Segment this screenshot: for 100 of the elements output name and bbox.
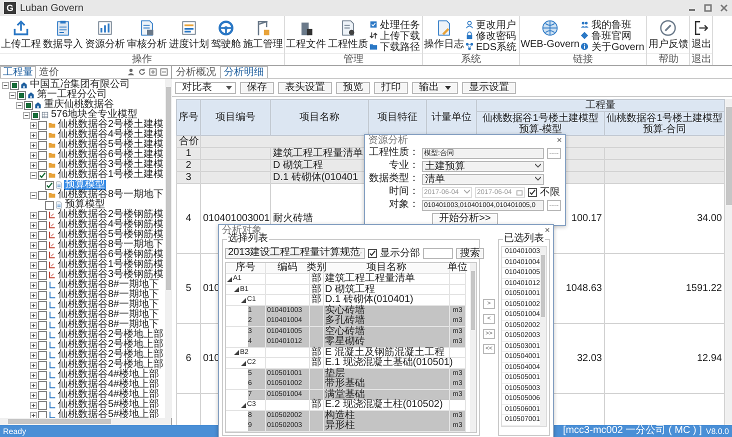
checkbox[interactable]: [38, 230, 47, 240]
checkbox[interactable]: [38, 340, 47, 350]
toolbar-button[interactable]: 显示设置: [462, 82, 516, 94]
expand-all-icon[interactable]: [149, 68, 157, 76]
tree-item[interactable]: 仙桃数据谷5号楼土建模: [57, 140, 165, 150]
expander-icon[interactable]: [30, 372, 37, 378]
checkbox[interactable]: [38, 120, 47, 130]
expander-icon[interactable]: [9, 92, 16, 98]
checkbox[interactable]: [10, 80, 19, 90]
checkbox[interactable]: [38, 310, 47, 320]
close-button[interactable]: ×: [556, 136, 562, 145]
checkbox[interactable]: [24, 100, 33, 110]
tab[interactable]: 造价: [36, 66, 62, 78]
dropdown[interactable]: 清单: [422, 174, 544, 184]
tree-item[interactable]: 仙桃数据谷2号楼地上部: [57, 340, 165, 350]
ribbon-button[interactable]: 修改密码: [465, 30, 517, 41]
ribbon-button[interactable]: 进度计划: [168, 19, 210, 50]
checkbox[interactable]: [38, 390, 47, 400]
tree-item[interactable]: 仙桃数据谷2号楼地上部: [57, 330, 165, 340]
tree-item[interactable]: 中国五冶集团有限公司: [29, 80, 131, 90]
expander-icon[interactable]: [30, 312, 37, 318]
scrollbar[interactable]: [0, 418, 171, 425]
expander-icon[interactable]: [30, 142, 37, 148]
checkbox[interactable]: [45, 180, 54, 190]
toolbar-button[interactable]: 预览: [336, 82, 370, 94]
checkbox[interactable]: [38, 400, 47, 410]
tree-item[interactable]: 仙桃数据谷8#一期地下: [57, 310, 160, 320]
tree-item[interactable]: 仙桃数据谷8#一期地下: [57, 290, 160, 300]
checkbox[interactable]: [38, 190, 47, 200]
ribbon-button[interactable]: 数据导入: [42, 19, 84, 50]
tree-item[interactable]: 仙桃数据谷4#楼地上部: [57, 390, 160, 400]
tab[interactable]: 分析概况: [172, 66, 220, 78]
expander-icon[interactable]: [30, 272, 37, 278]
tree-item[interactable]: 仙桃数据谷4#楼地上部: [57, 380, 160, 390]
checkbox[interactable]: [38, 380, 47, 390]
checkbox[interactable]: [17, 90, 26, 100]
expander-icon[interactable]: [23, 112, 30, 118]
checkbox[interactable]: [38, 370, 47, 380]
expander-icon[interactable]: [30, 122, 37, 128]
ribbon-button[interactable]: 鲁班官网: [580, 30, 644, 41]
triangle-icon[interactable]: [241, 360, 246, 366]
tab[interactable]: 工程量: [0, 66, 36, 78]
tree-item[interactable]: 仙桃数据谷5#楼地上部: [57, 400, 160, 410]
tree-item[interactable]: 仙桃数据谷8号一期地下: [57, 190, 165, 200]
expander-icon[interactable]: [30, 222, 37, 228]
expander-icon[interactable]: [30, 192, 37, 198]
checkbox[interactable]: [38, 210, 47, 220]
ribbon-button[interactable]: 资源分析: [84, 19, 126, 50]
view-dropdown[interactable]: 对比表: [175, 82, 236, 94]
tree-item[interactable]: 仙桃数据谷5号楼钢筋模: [57, 230, 165, 240]
tree-item[interactable]: 仙桃数据谷3号楼土建模: [57, 160, 165, 170]
tree-item[interactable]: 仙桃数据谷2号楼土建模: [57, 120, 165, 130]
search-field[interactable]: [423, 248, 453, 258]
tree-item[interactable]: 预算模型: [64, 200, 106, 210]
expander-icon[interactable]: [30, 302, 37, 308]
checkbox[interactable]: [38, 300, 47, 310]
scrollbar[interactable]: [470, 263, 476, 432]
toolbar-button[interactable]: 打印: [374, 82, 408, 94]
checkbox[interactable]: [38, 270, 47, 280]
ribbon-button[interactable]: 工程文件: [285, 19, 327, 50]
expander-icon[interactable]: [30, 412, 37, 418]
expander-icon[interactable]: [30, 322, 37, 328]
tree-item[interactable]: 仙桃数据谷5#楼地上部: [57, 410, 160, 420]
toolbar-button[interactable]: 保存: [240, 82, 274, 94]
expander-icon[interactable]: [30, 212, 37, 218]
collapse-all-icon[interactable]: [160, 68, 168, 76]
expander-icon[interactable]: [30, 352, 37, 358]
scrollbar[interactable]: [540, 247, 546, 426]
tree-item[interactable]: 仙桃数据谷1号楼钢筋模: [57, 260, 165, 270]
scrollbar[interactable]: [725, 99, 732, 425]
checkbox[interactable]: [38, 290, 47, 300]
dropdown[interactable]: 土建预算: [422, 160, 544, 172]
ribbon-button[interactable]: 用户反馈: [647, 19, 690, 50]
ribbon-button[interactable]: EDS系统: [465, 41, 517, 52]
ribbon-button[interactable]: 上传下载: [369, 30, 420, 41]
ribbon-button[interactable]: 更改用户: [465, 19, 517, 30]
ribbon-button[interactable]: 我的鲁班: [580, 19, 644, 30]
tree-item[interactable]: 仙桃数据谷4号楼钢筋模: [57, 220, 165, 230]
expander-icon[interactable]: [30, 362, 37, 368]
expander-icon[interactable]: [30, 342, 37, 348]
ribbon-button[interactable]: WEB-Govern: [520, 19, 580, 50]
tree-item[interactable]: 重庆仙桃数据谷: [43, 100, 115, 110]
expander-icon[interactable]: [30, 252, 37, 258]
tree-item[interactable]: 仙桃数据谷8#一期地下: [57, 300, 160, 310]
tree-item[interactable]: 仙桃数据谷3号楼钢筋模: [57, 270, 165, 280]
checkbox[interactable]: [38, 240, 47, 250]
tree-item[interactable]: 仙桃数据谷1号楼土建模: [57, 170, 165, 180]
ribbon-button[interactable]: 审核分析: [126, 19, 168, 50]
checkbox[interactable]: [38, 130, 47, 140]
expander-icon[interactable]: [30, 132, 37, 138]
triangle-icon[interactable]: [234, 350, 239, 355]
tree-item[interactable]: 仙桃数据谷4#楼地上部: [57, 370, 160, 380]
ribbon-button[interactable]: 上传工程: [0, 19, 42, 50]
expander-icon[interactable]: [30, 392, 37, 398]
checkbox[interactable]: [38, 280, 47, 290]
checkbox[interactable]: [31, 110, 40, 120]
expander-icon[interactable]: [30, 282, 37, 288]
close-icon[interactable]: [720, 4, 728, 12]
expander-icon[interactable]: [16, 102, 23, 108]
expander-icon[interactable]: [2, 82, 9, 88]
